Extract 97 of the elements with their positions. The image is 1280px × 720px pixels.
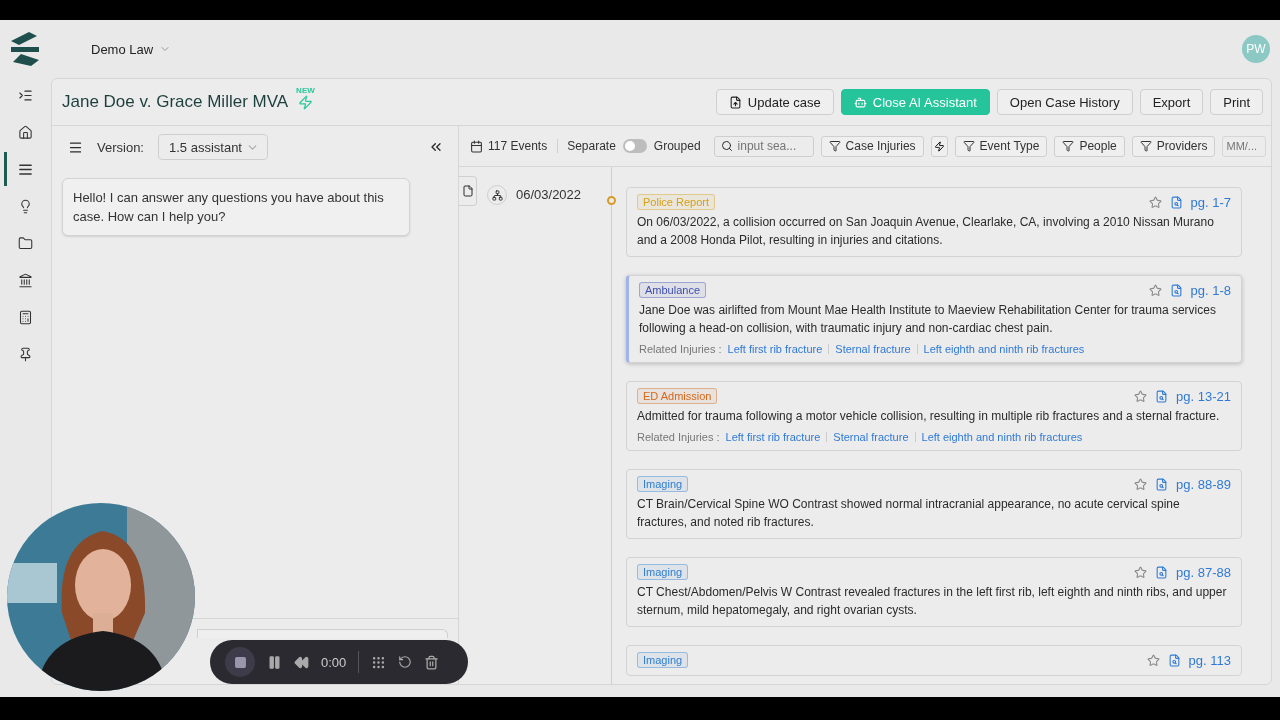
page-link[interactable]: pg. 1-8: [1190, 282, 1231, 298]
event-description: CT Chest/Abdomen/Pelvis W Contrast revealed fractures in the left first rib, left eighth and ninth ribs, and upper sternum, mild hepatomegaly, and right ovarian cysts.: [637, 584, 1228, 619]
event-card[interactable]: Imaging pg. 87-88 CT Chest/Abdomen/Pelvis W Contrast revealed fractures in the left first rib, left eighth and ninth ribs, and upper sternum, mild hepatomegaly, and right ovarian cysts.: [626, 557, 1242, 627]
robot-icon: [853, 95, 867, 109]
stop-icon: [233, 655, 247, 669]
star-icon[interactable]: [1148, 283, 1162, 297]
filter-button[interactable]: Case Injuries: [820, 135, 924, 157]
page-link[interactable]: pg. 1-7: [1190, 194, 1231, 210]
event-tag: Imaging: [637, 564, 689, 580]
star-icon[interactable]: [1146, 653, 1160, 667]
event-description: Jane Doe was airlifted from Mount Mae Health Institute to Maeview Rehabilitation Center for trauma services following a head-on collision, with traumatic injury and non-cardiac chest pain.: [639, 302, 1217, 337]
document-search-icon[interactable]: [1167, 653, 1181, 667]
case-title: Jane Doe v. Grace Miller MVA: [62, 92, 289, 112]
search-field[interactable]: input sea...: [713, 135, 814, 157]
grid-icon[interactable]: [371, 654, 387, 670]
message-input[interactable]: [197, 629, 448, 638]
stop-button[interactable]: [225, 647, 255, 677]
document-search-icon[interactable]: [1169, 283, 1183, 297]
star-icon[interactable]: [1134, 389, 1148, 403]
injury-link[interactable]: Left first rib fracture: [725, 431, 821, 443]
toggle-label: Grouped: [653, 139, 701, 153]
star-icon[interactable]: [1134, 477, 1148, 491]
pause-icon[interactable]: [267, 654, 282, 670]
filter-button[interactable]: People: [1054, 135, 1125, 157]
calculator-icon: [17, 309, 33, 325]
action-button[interactable]: Close AI Assistant: [840, 89, 990, 115]
document-search-icon[interactable]: [1169, 195, 1183, 209]
action-button[interactable]: Print: [1210, 89, 1263, 115]
event-description: CT Brain/Cervical Spine WO Contrast showed normal intracranial appearance, no acute cervical spine fractures, and noted rib fractures.: [637, 496, 1181, 531]
document-search-icon[interactable]: [1155, 477, 1169, 491]
event-card[interactable]: [626, 381, 1242, 451]
action-button[interactable]: Export: [1139, 89, 1204, 115]
filter-icon: [962, 140, 975, 152]
action-button[interactable]: Open Case History: [996, 89, 1133, 115]
trash-icon[interactable]: [424, 654, 440, 670]
document-search-icon[interactable]: [1155, 389, 1169, 403]
star-icon[interactable]: [1134, 565, 1148, 579]
filter-icon: [1139, 140, 1152, 152]
event-tag: Police Report: [637, 194, 716, 210]
menu-icon[interactable]: [68, 139, 83, 155]
injury-link[interactable]: Left eighth and ninth rib fractures: [923, 343, 1085, 355]
event-tag: ED Admission: [637, 388, 718, 404]
network-icon: [491, 189, 503, 201]
event-tag: Ambulance: [639, 282, 707, 298]
event-card[interactable]: Police Report pg. 1-7 On 06/03/2022, a collision occurred on San Joaquin Avenue, Clearlake, CA, involving a 2010 Nissan Murano and a 2008 Honda Pilot, resulting in injuries and citations.: [626, 187, 1242, 257]
related-label: Related Injuries :: [637, 431, 720, 443]
document-search-icon[interactable]: [1155, 565, 1169, 579]
new-badge: NEW: [296, 86, 315, 110]
filter-icon: [1062, 140, 1075, 152]
injury-link[interactable]: Left first rib fracture: [727, 343, 823, 355]
pin-icon: [17, 346, 33, 362]
indent-icon: [17, 87, 33, 103]
filter-icon: [828, 140, 841, 152]
injury-link[interactable]: Left eighth and ninth rib fractures: [921, 431, 1083, 443]
page-link[interactable]: pg. 88-89: [1176, 476, 1231, 492]
event-card[interactable]: Imaging pg. 113: [626, 645, 1242, 676]
recording-time: 0:00: [321, 654, 347, 670]
page-link[interactable]: pg. 113: [1188, 652, 1231, 668]
page-link[interactable]: pg. 13-21: [1176, 388, 1231, 404]
chat-message: Hello! I can answer any questions you have about this case. How can I help you?: [62, 178, 410, 236]
events-count: 117 Events: [470, 139, 559, 153]
event-card[interactable]: Imaging pg. 88-89 CT Brain/Cervical Spine WO Contrast showed normal intracranial appearance, no acute cervical spine fractures, and noted rib fractures.: [626, 469, 1242, 539]
rewind-icon[interactable]: [294, 654, 309, 670]
file-icon: [728, 95, 742, 109]
search-icon: [720, 140, 733, 152]
calendar-icon: [470, 139, 483, 153]
page-link[interactable]: pg. 87-88: [1176, 564, 1231, 580]
star-icon[interactable]: [1148, 195, 1162, 209]
version-label: Version:: [97, 139, 144, 155]
document-tab[interactable]: [459, 176, 477, 206]
filter-button[interactable]: Event Type: [954, 135, 1048, 157]
event-card[interactable]: [626, 275, 1242, 363]
workspace-selector[interactable]: Demo Law: [91, 41, 172, 57]
toggle-label: Separate: [567, 139, 616, 153]
bolt-button[interactable]: [930, 135, 948, 157]
event-date: 06/03/2022: [516, 187, 582, 202]
list-icon: [17, 161, 33, 177]
filter-button[interactable]: Providers: [1131, 135, 1216, 157]
bolt-icon: [933, 140, 945, 152]
version-select[interactable]: 1.5 assistant: [158, 134, 268, 160]
document-icon: [461, 185, 474, 197]
home-icon: [17, 124, 33, 140]
event-tag: Imaging: [637, 476, 689, 492]
view-switch[interactable]: [622, 139, 647, 153]
logo-icon: [11, 32, 39, 66]
related-label: Related Injuries :: [639, 343, 722, 355]
folder-icon: [17, 235, 33, 251]
event-description: On 06/03/2022, a collision occurred on San Joaquin Avenue, Clearlake, CA, involving a 2010 Nissan Murano and a 2008 Honda Pilot, resulting in injuries and citations.: [637, 214, 1215, 249]
date-field[interactable]: MM/...: [1222, 135, 1267, 157]
restart-icon[interactable]: [398, 655, 413, 669]
timeline-dot: [607, 196, 616, 205]
event-tag: Imaging: [637, 652, 689, 668]
event-description: Admitted for trauma following a motor vehicle collision, resulting in multiple rib fractures and a sternal fracture.: [637, 408, 1221, 425]
injury-link[interactable]: Sternal fracture: [835, 343, 911, 355]
injury-link[interactable]: Sternal fracture: [833, 431, 909, 443]
action-button[interactable]: Update case: [715, 89, 834, 115]
bank-icon: [17, 272, 33, 288]
